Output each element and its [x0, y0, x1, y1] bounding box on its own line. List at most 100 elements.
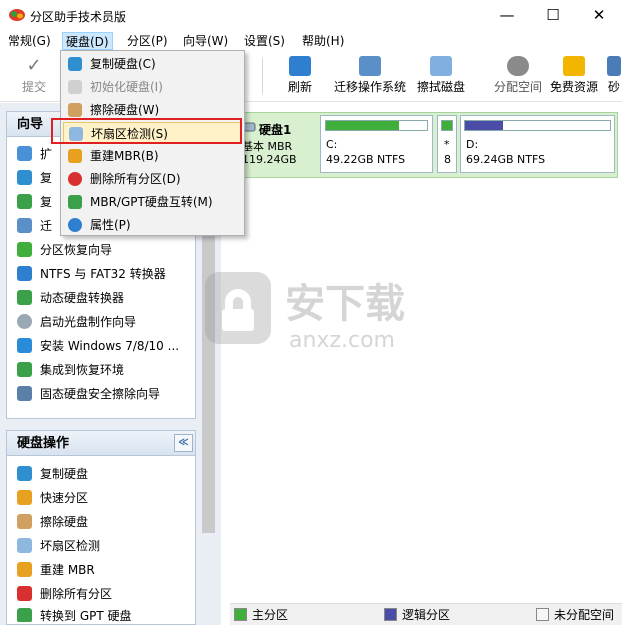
menu-disk[interactable]: 硬盘(D) [62, 32, 113, 50]
disk-op-label: 重建 MBR [40, 563, 95, 577]
copy-disk-icon [68, 57, 82, 71]
copy-disk-icon [17, 466, 32, 481]
disk-type: 基本 MBR [242, 140, 293, 153]
migrate-small-icon [17, 218, 32, 233]
close-button[interactable]: ✕ [576, 0, 622, 31]
partition-d-size: 69.24GB NTFS [466, 153, 546, 166]
menu-partition[interactable]: 分区(P) [124, 32, 171, 50]
menu-item-init-disk[interactable]: 初始化硬盘(I) [63, 76, 242, 98]
convert-mbr-gpt-icon [68, 195, 82, 209]
partition-d[interactable]: D: 69.24GB NTFS [460, 115, 615, 173]
menu-item-convert-mbr-gpt[interactable]: MBR/GPT硬盘互转(M) [63, 191, 242, 213]
wizard-item-copy2[interactable]: 复 [17, 192, 52, 212]
disk-op-label: 删除所有分区 [40, 587, 113, 601]
watermark-logo: 安下载 anxz.com [205, 272, 405, 353]
ssd-icon [17, 386, 32, 401]
quick-partition-icon [17, 490, 32, 505]
wizard-item-label: 固态硬盘安全擦除向导 [40, 387, 161, 401]
collapse-button[interactable]: ≪ [174, 434, 193, 452]
delete-icon [17, 586, 32, 601]
legend-unallocated: 未分配空间 [536, 606, 614, 623]
refresh-button[interactable]: 刷新 [280, 56, 320, 95]
allocate-space-label: 分配空间 [493, 80, 542, 94]
dynamic-disk-icon [17, 290, 32, 305]
wizard-item-label: 复 [40, 195, 53, 209]
disk-op-convert-gpt[interactable]: 转换到 GPT 硬盘 [17, 608, 132, 622]
window-title: 分区助手技术员版 [30, 10, 127, 24]
menu-item-label: 删除所有分区(D) [90, 172, 181, 186]
wizard-item-ssd-erase[interactable]: 固态硬盘安全擦除向导 [17, 384, 160, 404]
wizard-item-ntfs-fat32[interactable]: NTFS 与 FAT32 转换器 [17, 264, 166, 284]
wizard-item-migrate[interactable]: 迁 [17, 216, 52, 236]
commit-button[interactable]: ✓ 提交 [14, 56, 54, 95]
menu-item-copy-disk[interactable]: 复制硬盘(C) [63, 53, 242, 75]
wizard-item-dynamic-disk[interactable]: 动态硬盘转换器 [17, 288, 124, 308]
wizard-item-boot-cd[interactable]: 启动光盘制作向导 [17, 312, 136, 332]
menu-item-label: 重建MBR(B) [90, 149, 159, 163]
maximize-button[interactable]: ☐ [530, 0, 576, 31]
legend-primary-label: 主分区 [252, 608, 289, 622]
disk-op-rebuild-mbr[interactable]: 重建 MBR [17, 560, 95, 580]
wizard-item-copy[interactable]: 复 [17, 168, 52, 188]
delete-partitions-icon [68, 172, 82, 186]
partition-c[interactable]: C: 49.22GB NTFS [320, 115, 433, 173]
convert-gpt-icon [17, 608, 32, 622]
wizard-item-recovery-env[interactable]: 集成到恢复环境 [17, 360, 124, 380]
partition-d-letter: D: [466, 138, 479, 151]
partition-c-size: 49.22GB NTFS [326, 153, 406, 166]
refresh-label: 刷新 [287, 80, 312, 94]
wizard-item-label: 安装 Windows 7/8/10 ... [40, 339, 180, 353]
highlight-box [51, 118, 242, 144]
menu-item-label: 初始化硬盘(I) [90, 80, 163, 94]
partition-d-bar [464, 120, 611, 131]
disk-op-bad-sector[interactable]: 坏扇区检测 [17, 536, 100, 556]
watermark-subtext: anxz.com [289, 328, 395, 353]
partition-c-letter: C: [326, 138, 338, 151]
disk-name: 硬盘1 [259, 123, 292, 137]
partition-small[interactable]: * 8 [437, 115, 457, 173]
minimize-button[interactable]: — [484, 0, 530, 31]
disk-op-wipe-disk[interactable]: 擦除硬盘 [17, 512, 88, 532]
wizard-item-label: 启动光盘制作向导 [40, 315, 137, 329]
allocate-icon [507, 56, 529, 76]
disk-op-quick-partition[interactable]: 快速分区 [17, 488, 88, 508]
wizard-item-partition-recovery[interactable]: 分区恢复向导 [17, 240, 112, 260]
wizard-item-label: 动态硬盘转换器 [40, 291, 125, 305]
menu-help[interactable]: 帮助(H) [299, 32, 347, 50]
wizard-item-label: NTFS 与 FAT32 转换器 [40, 267, 166, 281]
wizard-item-label: 集成到恢复环境 [40, 363, 125, 377]
menu-wizard[interactable]: 向导(W) [180, 32, 231, 50]
convert-icon [17, 266, 32, 281]
partition-small-bar [441, 120, 453, 131]
wizard-item-label: 复 [40, 171, 53, 185]
more-tools-button[interactable]: 砂 [606, 56, 622, 95]
free-resources-button[interactable]: 免费资源 [546, 56, 602, 95]
disk-op-label: 复制硬盘 [40, 467, 89, 481]
legend-logical: 逻辑分区 [384, 606, 450, 623]
wipe-disk-button[interactable]: 擦拭磁盘 [413, 56, 469, 95]
partition-c-fill [326, 121, 399, 130]
allocate-space-button[interactable]: 分配空间 [493, 56, 543, 95]
wizard-item-extend[interactable]: 扩 [17, 144, 52, 164]
menu-item-properties[interactable]: 属性(P) [63, 214, 242, 236]
menu-item-rebuild-mbr[interactable]: 重建MBR(B) [63, 145, 242, 167]
menu-item-delete-partitions[interactable]: 删除所有分区(D) [63, 168, 242, 190]
disk-op-label: 坏扇区检测 [40, 539, 101, 553]
menu-item-label: 属性(P) [90, 218, 131, 232]
disk-op-label: 擦除硬盘 [40, 515, 89, 529]
disk-op-label: 快速分区 [40, 491, 89, 505]
disk-ops-title-label: 硬盘操作 [17, 436, 70, 451]
windows-icon [17, 338, 32, 353]
menu-general[interactable]: 常规(G) [5, 32, 54, 50]
wizard-item-install-windows[interactable]: 安装 Windows 7/8/10 ... [17, 336, 179, 356]
disk-op-delete-all[interactable]: 删除所有分区 [17, 584, 112, 604]
init-disk-icon [68, 80, 82, 94]
migrate-os-button[interactable]: 迁移操作系统 [330, 56, 410, 95]
bad-sector-icon [17, 538, 32, 553]
partition-small-fill [442, 121, 452, 130]
menu-settings[interactable]: 设置(S) [241, 32, 288, 50]
properties-icon [68, 218, 82, 232]
refresh-icon [289, 56, 311, 76]
unallocated-swatch [536, 608, 549, 621]
disk-op-copy-disk[interactable]: 复制硬盘 [17, 464, 88, 484]
